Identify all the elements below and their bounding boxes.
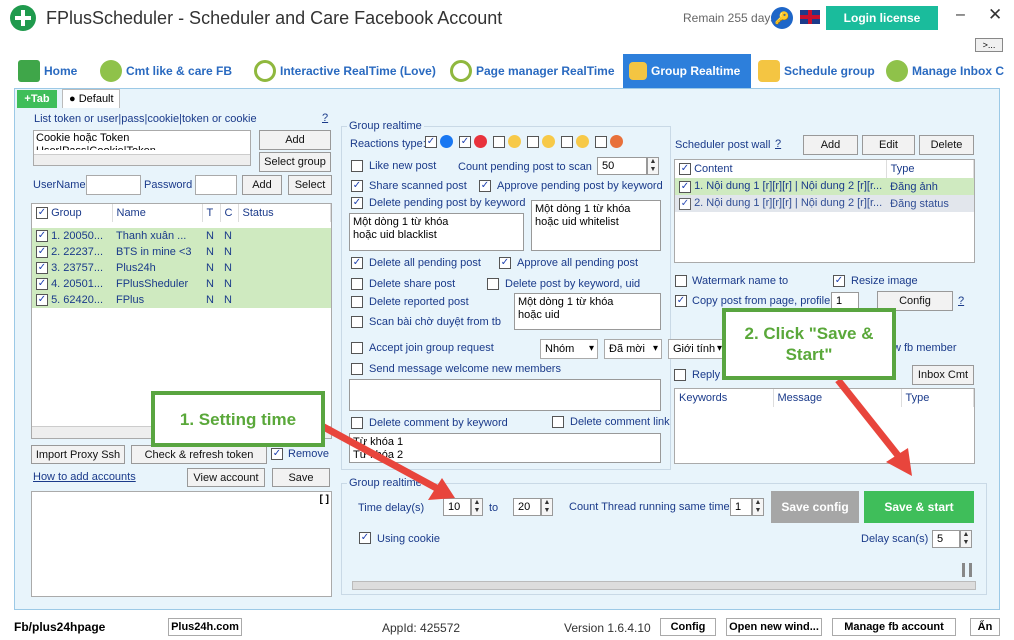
config-status-button[interactable]: Config (660, 618, 716, 636)
app-id: AppId: 425572 (382, 621, 461, 635)
arrow-to-save-start (835, 377, 903, 461)
fb-page-label: Fb/plus24hpage (14, 620, 106, 634)
status-bar: Fb/plus24hpage Plus24h.com AppId: 425572… (0, 612, 1014, 640)
open-new-window-button[interactable]: Open new wind... (726, 618, 822, 636)
callout-setting-time: 1. Setting time (151, 391, 325, 447)
callout-save-start: 2. Click "Save & Start" (722, 308, 896, 380)
site-link[interactable]: Plus24h.com (168, 618, 242, 636)
manage-fb-account-button[interactable]: Manage fb account (832, 618, 956, 636)
arrow-to-time-delay (318, 421, 442, 494)
hide-button[interactable]: Ẩn (970, 618, 1000, 636)
version: Version 1.6.4.10 (564, 621, 651, 635)
